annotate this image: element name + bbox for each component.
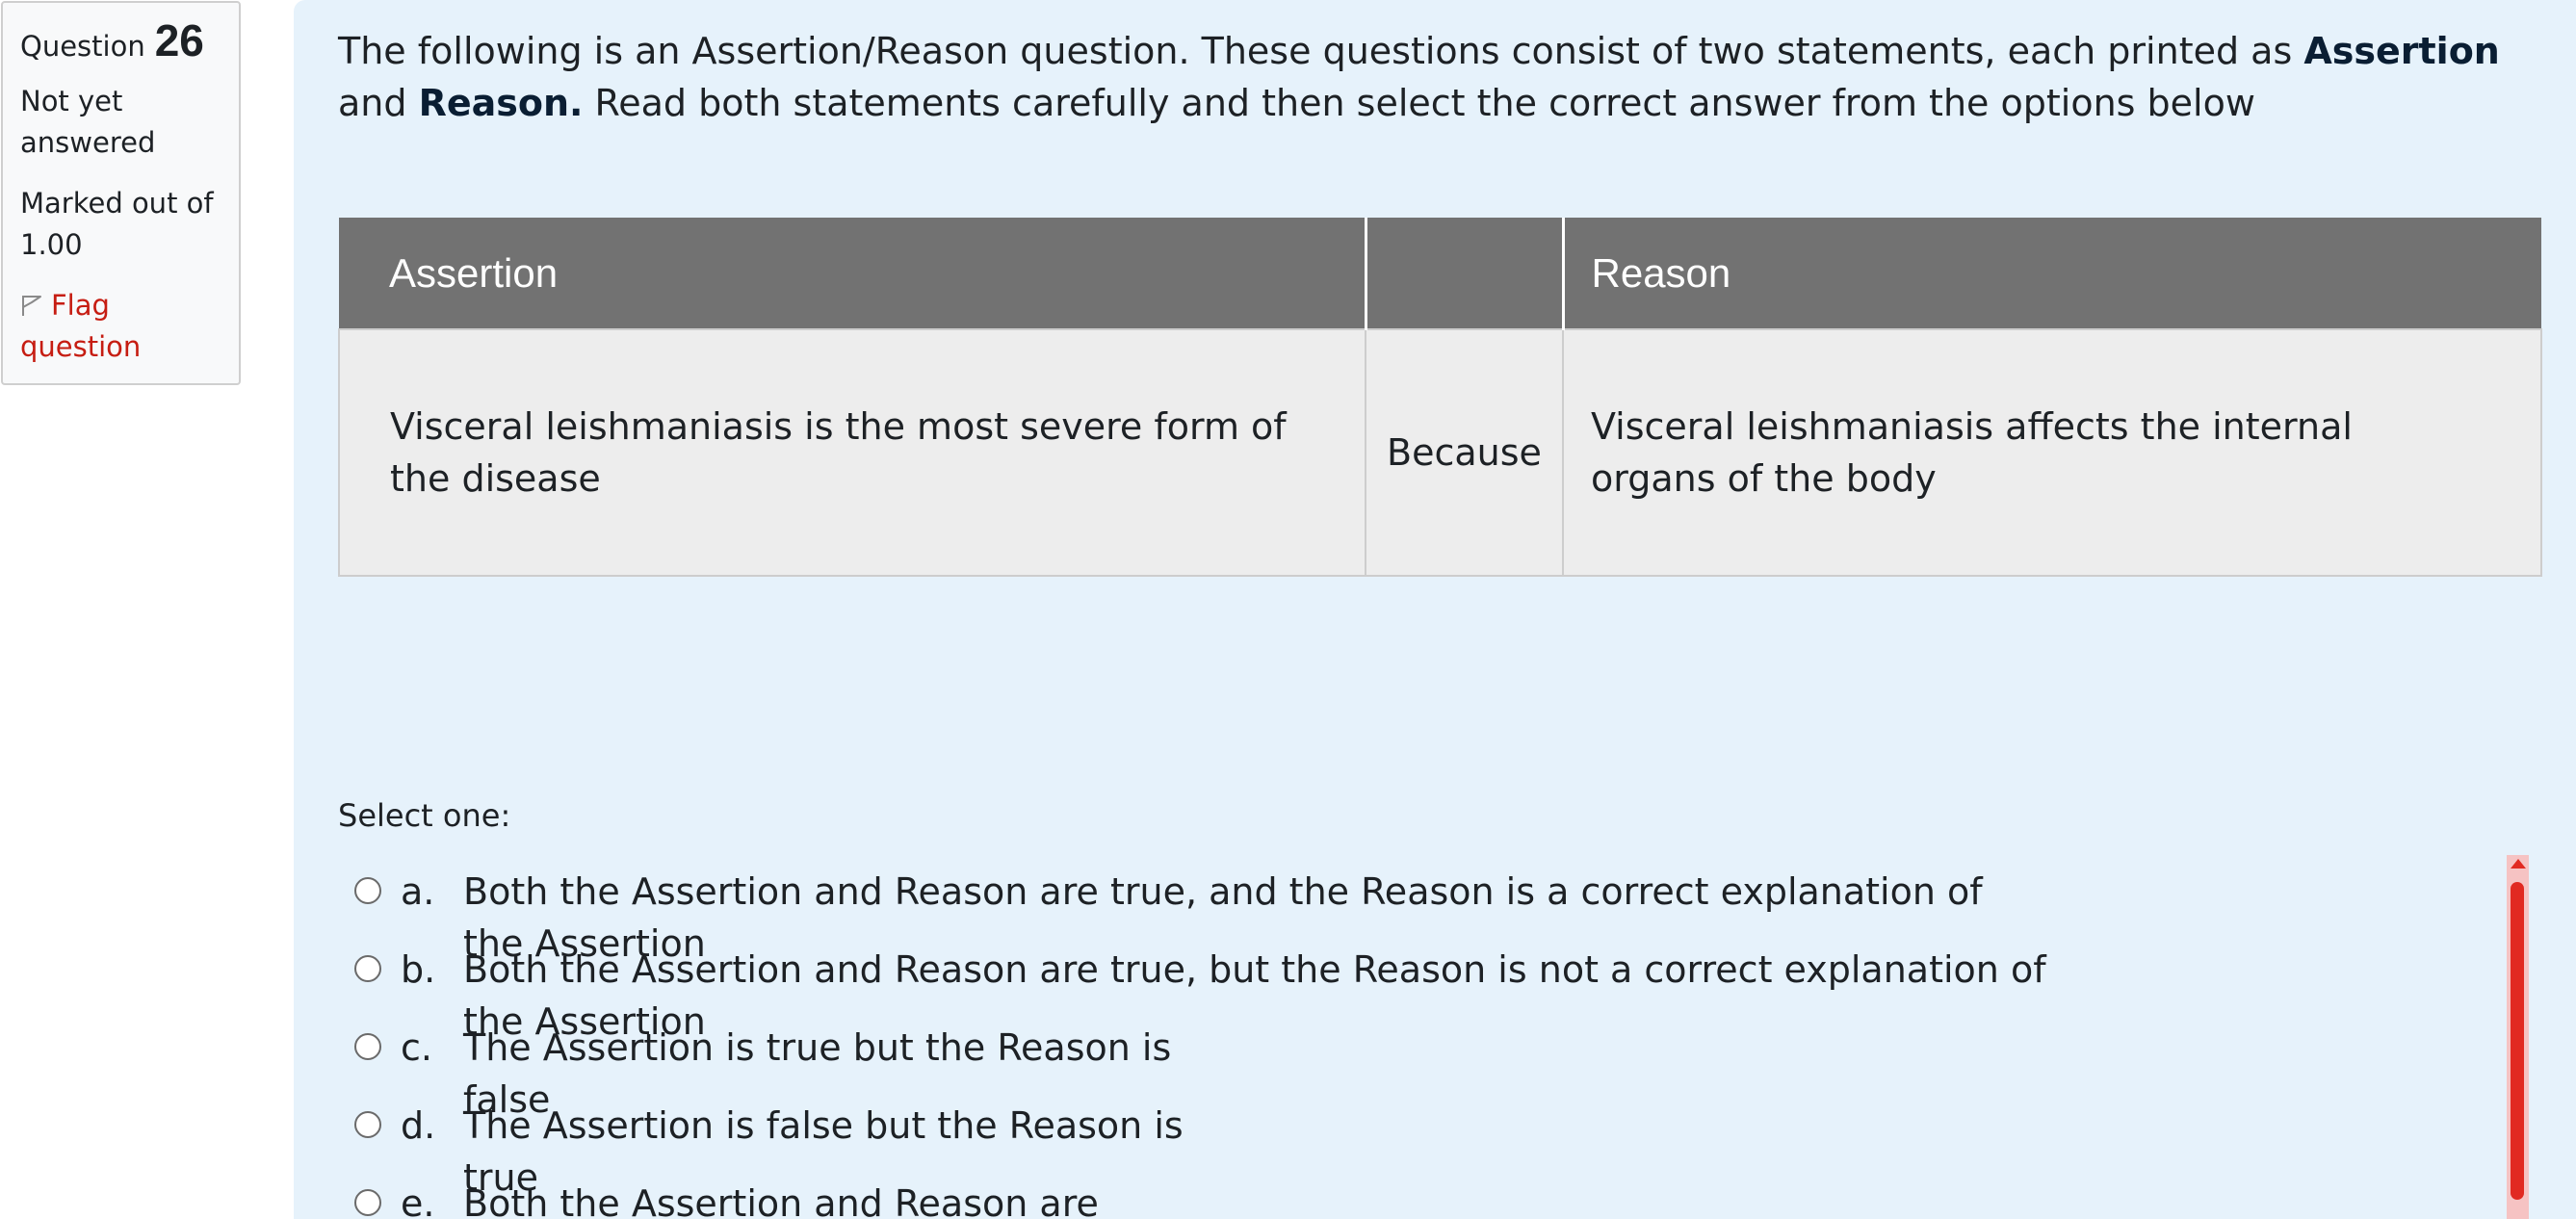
- answer-option-e[interactable]: e. Both the Assertion and Reason are: [354, 1178, 1414, 1219]
- intro-text-2: Read both statements carefully and then …: [583, 82, 2255, 124]
- intro-and: and: [338, 82, 419, 124]
- vertical-scrollbar[interactable]: [2507, 855, 2529, 1219]
- connector-header: [1366, 218, 1565, 329]
- radio-button[interactable]: [354, 1111, 381, 1138]
- select-one-prompt: Select one:: [338, 797, 511, 834]
- question-info-panel: Question 26 Not yet answered Marked out …: [1, 1, 241, 385]
- option-letter: d.: [401, 1104, 436, 1147]
- radio-button[interactable]: [354, 955, 381, 982]
- answer-option-c[interactable]: c. The Assertion is true but the Reason …: [354, 1022, 1414, 1121]
- question-number-row: Question 26: [20, 15, 221, 67]
- radio-button[interactable]: [354, 877, 381, 904]
- assertion-header: Assertion: [339, 218, 1367, 329]
- answer-option-d[interactable]: d. The Assertion is false but the Reason…: [354, 1100, 1414, 1199]
- question-grade: Marked out of 1.00: [20, 187, 214, 261]
- intro-bold-assertion: Assertion: [2303, 30, 2500, 72]
- assertion-reason-table: Assertion Reason Visceral leishmaniasis …: [338, 218, 2542, 577]
- reason-cell: Visceral leishmaniasis affects the inter…: [1562, 328, 2542, 577]
- intro-text-1: The following is an Assertion/Reason que…: [338, 30, 2304, 72]
- option-letter: b.: [401, 948, 436, 991]
- table-row: Visceral leishmaniasis is the most sever…: [338, 328, 2542, 577]
- question-number: 26: [154, 15, 204, 65]
- answer-option-a[interactable]: a. Both the Assertion and Reason are tru…: [354, 866, 2184, 965]
- table-header-row: Assertion Reason: [339, 218, 2541, 329]
- option-letter: c.: [401, 1026, 432, 1069]
- intro-bold-reason: Reason.: [418, 82, 584, 124]
- question-intro: The following is an Assertion/Reason que…: [338, 25, 2553, 129]
- scrollbar-thumb[interactable]: [2511, 882, 2524, 1200]
- option-text: Both the Assertion and Reason are: [463, 1182, 1099, 1219]
- question-label: Question: [20, 30, 145, 63]
- option-letter: a.: [401, 870, 435, 913]
- scroll-up-arrow-icon[interactable]: [2511, 859, 2526, 869]
- answer-option-b[interactable]: b. Both the Assertion and Reason are tru…: [354, 944, 2184, 1043]
- connector-cell: Because: [1365, 328, 1564, 577]
- flag-icon: [20, 294, 43, 317]
- question-state: Not yet answered: [20, 85, 156, 159]
- reason-header: Reason: [1563, 218, 2541, 329]
- question-content: The following is an Assertion/Reason que…: [294, 0, 2576, 1219]
- assertion-cell: Visceral leishmaniasis is the most sever…: [338, 328, 1366, 577]
- radio-button[interactable]: [354, 1189, 381, 1216]
- flag-question-link[interactable]: Flag question: [20, 285, 221, 368]
- option-letter: e.: [401, 1182, 435, 1219]
- radio-button[interactable]: [354, 1033, 381, 1060]
